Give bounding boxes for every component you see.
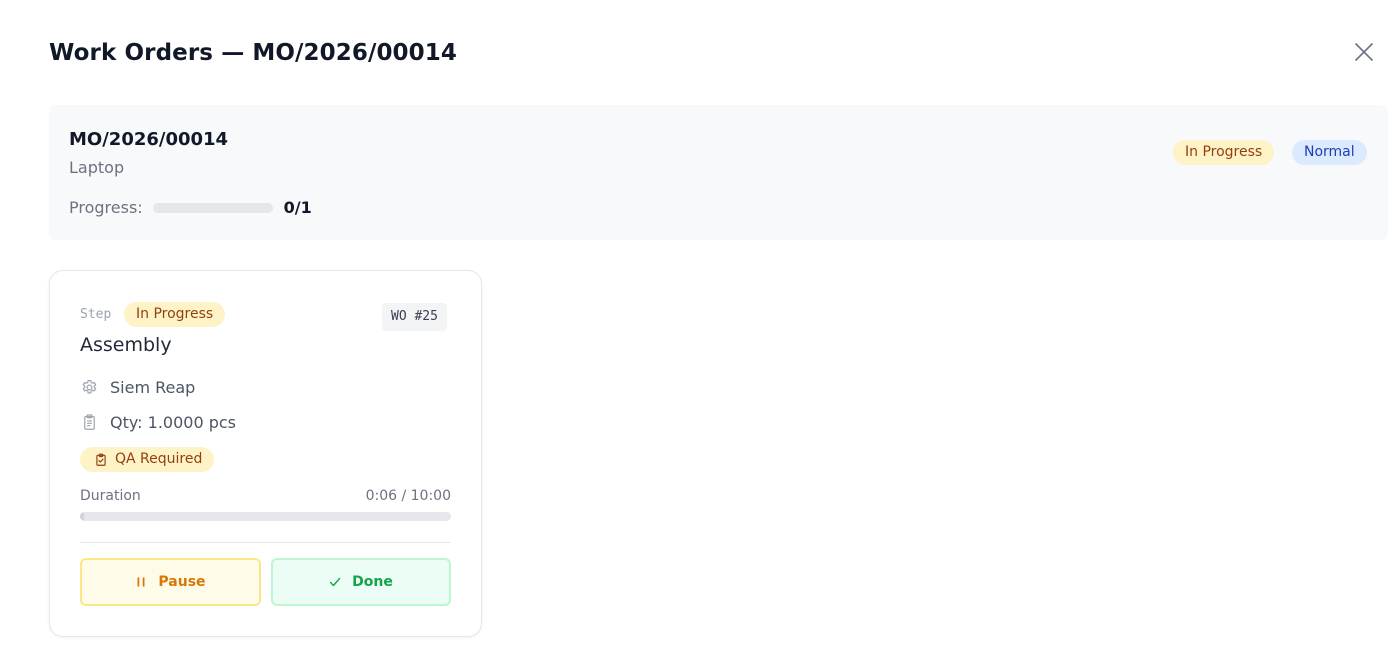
step-label: Step <box>80 307 112 322</box>
work-order-number: WO #25 <box>382 303 447 331</box>
workcenter-name: Siem Reap <box>110 378 196 397</box>
divider <box>80 542 451 543</box>
quantity-text: Qty: 1.0000 pcs <box>110 413 237 432</box>
qa-required-badge: QA Required <box>80 447 215 472</box>
progress-row: Progress: 0/1 <box>69 198 312 217</box>
qa-required-label: QA Required <box>115 451 203 467</box>
progress-bar <box>152 202 273 213</box>
duration-value: 0:06 / 10:00 <box>365 488 451 504</box>
gear-icon <box>82 379 97 394</box>
duration-bar <box>80 512 451 521</box>
close-icon <box>1355 43 1373 61</box>
status-badge: In Progress <box>1173 140 1275 165</box>
pause-label: Pause <box>158 574 206 590</box>
pause-icon <box>137 577 145 587</box>
quantity-row: Qty: 1.0000 pcs <box>80 413 236 432</box>
done-label: Done <box>352 574 393 590</box>
workcenter-row: Siem Reap <box>80 378 195 397</box>
pause-button[interactable]: Pause <box>80 558 261 606</box>
close-button[interactable] <box>1352 40 1376 64</box>
clipboard-icon <box>84 414 95 430</box>
progress-label: Progress: <box>69 198 143 217</box>
mo-code: MO/2026/00014 <box>69 129 229 150</box>
progress-count: 0/1 <box>283 198 312 217</box>
priority-badge: Normal <box>1292 140 1367 165</box>
step-name: Assembly <box>80 334 172 356</box>
done-button[interactable]: Done <box>271 558 451 606</box>
manufacturing-order-summary: MO/2026/00014 Laptop Progress: 0/1 In Pr… <box>49 105 1388 240</box>
modal-title: Work Orders — MO/2026/00014 <box>49 40 457 66</box>
step-status-badge: In Progress <box>124 302 226 327</box>
check-icon <box>329 577 341 587</box>
product-name: Laptop <box>69 158 125 177</box>
duration-bar-fill <box>80 512 84 521</box>
clipboard-check-icon <box>96 453 106 466</box>
work-order-card: Step In Progress WO #25 Assembly Siem Re… <box>49 270 482 637</box>
duration-label: Duration <box>80 488 141 504</box>
